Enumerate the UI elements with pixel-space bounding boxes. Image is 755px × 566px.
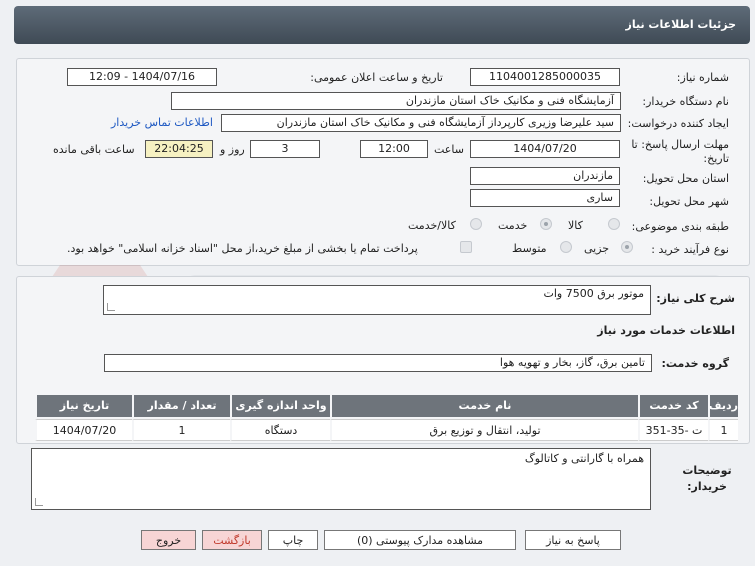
province-field: مازندران — [470, 167, 620, 185]
resize-handle-icon[interactable] — [107, 303, 115, 311]
cell-unit: دستگاه — [230, 419, 330, 441]
deadline-time-label: ساعت — [434, 143, 464, 156]
announce-datetime-field: 1404/07/16 - 12:09 — [67, 68, 217, 86]
province-label: استان محل تحویل: — [642, 172, 729, 185]
view-attachments-button[interactable]: مشاهده مدارک پیوستی (0) — [324, 530, 516, 550]
buyer-org-field: آزمایشگاه فنی و مکانیک خاک استان مازندرا… — [171, 92, 621, 110]
col-header-service-code: کد خدمت — [638, 395, 708, 417]
service-group-label: گروه خدمت: — [661, 357, 729, 370]
buyer-notes-text: همراه با گارانتی و کاتالوگ — [524, 452, 644, 465]
process-minor-label: جزیی — [584, 242, 610, 255]
remaining-time-field: 22:04:25 — [145, 140, 213, 158]
category-service-radio[interactable] — [540, 218, 552, 230]
cell-row-number: 1 — [708, 419, 738, 441]
process-medium-radio[interactable] — [560, 241, 572, 253]
summary-text: موتور برق 7500 وات — [543, 287, 644, 300]
treasury-payment-note: پرداخت تمام یا بخشی از مبلغ خرید،از محل … — [67, 242, 418, 255]
category-goods-label: کالا — [568, 219, 583, 232]
reply-button[interactable]: پاسخ به نیاز — [525, 530, 621, 550]
service-group-field: تامین برق، گاز، بخار و تهویه هوا — [104, 354, 652, 372]
creator-field: سید علیرضا وزیری کارپرداز آزمایشگاه فنی … — [221, 114, 621, 132]
resize-handle-icon[interactable] — [35, 498, 43, 506]
buyer-notes-label: توضیحات خریدار: — [682, 464, 732, 493]
process-label: نوع فرآیند خرید : — [651, 243, 729, 256]
deadline-label: مهلت ارسال پاسخ: تا تاریخ: — [631, 138, 729, 165]
page-title: جزئیات اطلاعات نیاز — [625, 18, 737, 31]
cell-service-name: تولید، انتقال و توزیع برق — [330, 419, 638, 441]
buyer-contact-link[interactable]: اطلاعات تماس خریدار — [111, 116, 213, 129]
cell-need-date: 1404/07/20 — [35, 419, 132, 441]
remaining-time-label: ساعت باقی مانده — [53, 143, 135, 156]
category-label: طبقه بندی موضوعی: — [631, 220, 729, 233]
col-header-service-name: نام خدمت — [330, 395, 638, 417]
category-goods-service-radio[interactable] — [470, 218, 482, 230]
remaining-days-field: 3 — [250, 140, 320, 158]
process-minor-radio[interactable] — [621, 241, 633, 253]
city-field: ساری — [470, 189, 620, 207]
col-header-row-number: ردیف — [708, 395, 738, 417]
need-number-label: شماره نیاز: — [676, 71, 729, 84]
deadline-time-field: 12:00 — [360, 140, 428, 158]
days-label: روز و — [220, 143, 245, 156]
creator-label: ایجاد کننده درخواست: — [627, 117, 729, 130]
print-button[interactable]: چاپ — [268, 530, 318, 550]
exit-button[interactable]: خروج — [141, 530, 196, 550]
back-button[interactable]: بازگشت — [202, 530, 262, 550]
buyer-notes-field: همراه با گارانتی و کاتالوگ — [31, 448, 651, 510]
category-goods-radio[interactable] — [608, 218, 620, 230]
services-section-title: اطلاعات خدمات مورد نیاز — [597, 324, 735, 337]
summary-label: شرح کلی نیاز: — [656, 292, 735, 305]
col-header-unit: واحد اندازه گیری — [230, 395, 330, 417]
col-header-need-date: تاریخ نیاز — [35, 395, 132, 417]
city-label: شهر محل تحویل: — [649, 195, 729, 208]
treasury-payment-checkbox[interactable] — [460, 241, 472, 253]
process-medium-label: متوسط — [512, 242, 547, 255]
cell-quantity: 1 — [132, 419, 230, 441]
category-goods-service-label: کالا/خدمت — [408, 219, 456, 232]
announce-label: تاریخ و ساعت اعلان عمومی: — [310, 71, 443, 84]
cell-service-code: ت -35-351 — [638, 419, 708, 441]
category-service-label: خدمت — [498, 219, 528, 232]
buyer-org-label: نام دستگاه خریدار: — [642, 95, 729, 108]
page-header: جزئیات اطلاعات نیاز — [14, 6, 750, 44]
summary-field: موتور برق 7500 وات — [103, 285, 651, 315]
deadline-date-field: 1404/07/20 — [470, 140, 620, 158]
need-number-field: 1104001285000035 — [470, 68, 620, 86]
col-header-quantity: تعداد / مقدار — [132, 395, 230, 417]
